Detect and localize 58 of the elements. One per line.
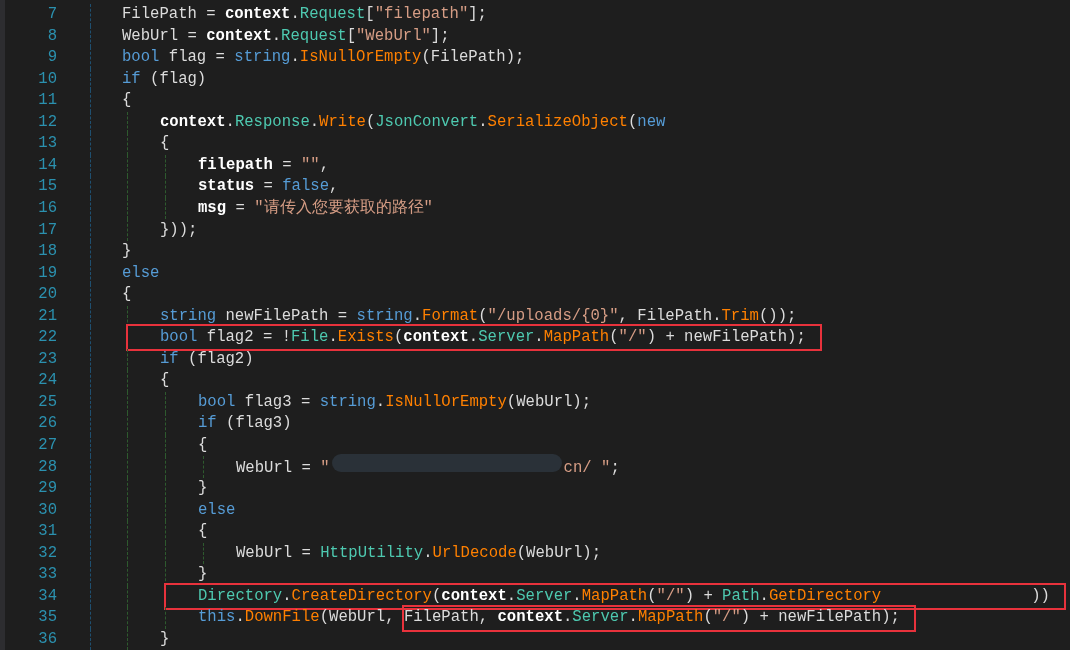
code-line: if (flag3)	[198, 413, 292, 435]
line-number: 24	[37, 370, 57, 392]
line-number: 22	[37, 327, 57, 349]
line-number: 31	[37, 521, 57, 543]
line-number: 30	[37, 499, 57, 521]
line-number: 10	[37, 68, 57, 90]
line-number: 33	[37, 564, 57, 586]
code-line: WebUrl = " cn/ ";	[236, 454, 620, 481]
code-line: msg = "请传入您要获取的路径"	[198, 197, 433, 219]
code-line: }));	[160, 219, 198, 241]
line-number: 28	[37, 456, 57, 478]
code-line: status = false,	[198, 176, 339, 198]
code-line: }	[160, 628, 170, 650]
code-line: else	[122, 262, 160, 284]
line-number: 21	[37, 305, 57, 327]
line-number: 18	[37, 241, 57, 263]
code-line: WebUrl = HttpUtility.UrlDecode(WebUrl);	[236, 542, 601, 564]
line-number: 9	[46, 47, 57, 69]
code-line: else	[198, 499, 236, 521]
code-line: filepath = "",	[198, 154, 330, 176]
highlight-box: bool flag2 = !File.Exists(context.Server.MapPath("/") + newFilePath);	[126, 324, 822, 352]
code-line: string newFilePath = string.Format("/uploads/{0}", FilePath.Trim());	[160, 305, 797, 327]
line-number: 20	[37, 284, 57, 306]
line-number: 34	[37, 585, 57, 607]
code-line: bool flag = string.IsNullOrEmpty(FilePath);	[122, 47, 525, 69]
line-number: 25	[37, 391, 57, 413]
line-number: 8	[46, 25, 57, 47]
code-line: context.Response.Write(JsonConvert.SerializeObject(new	[160, 111, 666, 133]
line-number: 32	[37, 542, 57, 564]
line-number: 7	[46, 4, 57, 26]
line-number: 29	[37, 478, 57, 500]
line-number: 13	[37, 133, 57, 155]
line-number: 14	[37, 154, 57, 176]
highlight-box: FilePath, context.Server.MapPath("/") + newFilePath);	[401, 604, 916, 632]
code-line: FilePath = context.Request["filepath"];	[122, 4, 487, 26]
code-line: if (flag)	[122, 68, 207, 90]
line-number: 26	[37, 413, 57, 435]
code-line: {	[160, 133, 170, 155]
line-number: 12	[37, 111, 57, 133]
line-number: 35	[37, 607, 57, 629]
line-number: 17	[37, 219, 57, 241]
line-number: 23	[37, 348, 57, 370]
code-line: }	[198, 478, 208, 500]
code-line: {	[198, 435, 208, 456]
code-line: {	[122, 90, 132, 112]
code-line: }	[122, 241, 132, 263]
line-number: 27	[37, 435, 57, 456]
line-number: 16	[37, 198, 57, 219]
code-line: {	[160, 370, 170, 392]
code-line: {	[198, 521, 208, 543]
line-number: 15	[37, 176, 57, 198]
code-line: WebUrl = context.Request["WebUrl"];	[122, 25, 450, 47]
code-line: }	[198, 564, 208, 586]
line-number: 19	[37, 262, 57, 284]
line-number: 36	[37, 628, 57, 650]
code-line: bool flag3 = string.IsNullOrEmpty(WebUrl);	[198, 391, 592, 413]
code-line: {	[122, 284, 132, 306]
line-number: 11	[37, 90, 57, 112]
